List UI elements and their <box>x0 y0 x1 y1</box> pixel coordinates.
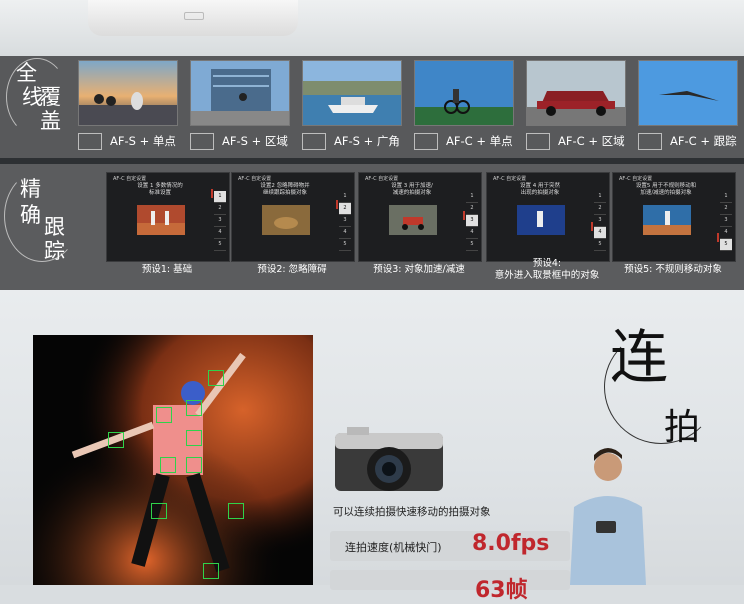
af-mode-label: AF-C + 单点 <box>446 134 513 148</box>
focus-point <box>160 457 176 473</box>
preset-description: 设置 1 多数情况的 标准设置 <box>137 183 183 196</box>
af-mode-card: AF-S + 单点 <box>78 60 178 150</box>
precision-title-char: 确 <box>20 203 41 227</box>
kart-thumbnail <box>389 205 437 235</box>
focus-point <box>151 503 167 519</box>
tracking-mode-icon <box>638 132 662 150</box>
precision-title-char: 踪 <box>44 239 65 263</box>
preset-screen: AF-C 自定设置 设置 4 用于突然 出现的拍摄对象 12345 <box>486 172 610 262</box>
coverage-title-char: 全 <box>16 61 37 85</box>
grid-mode-icon <box>414 132 438 150</box>
screen-header: AF-C 自定设置 <box>619 176 653 182</box>
preset-description: 设置 3 用于加速/ 减速的拍摄对象 <box>391 183 433 196</box>
focus-point <box>228 503 244 519</box>
zone-mode-icon <box>190 132 214 150</box>
af-mode-label: AF-C + 区域 <box>558 134 625 148</box>
af-mode-card: AF-S + 区域 <box>190 60 290 150</box>
focus-point <box>186 430 202 446</box>
device-top-view <box>88 0 298 36</box>
continuous-title-char: 拍 <box>664 407 701 448</box>
spec-label: 连拍速度(机械快门) <box>345 541 442 554</box>
screen-header: AF-C 自定设置 <box>493 176 527 182</box>
athlete-thumbnail <box>517 205 565 235</box>
preset-screen: AF-C 自定设置 设置 1 多数情况的 标准设置 12345 <box>106 172 230 262</box>
vintage-car-photo <box>526 60 626 126</box>
spec-bar <box>330 570 570 590</box>
preset-list: 12345 <box>339 191 351 251</box>
zone-mode-icon <box>526 132 550 150</box>
af-mode-label: AF-S + 区域 <box>222 134 288 148</box>
preset-description: 设置5 用于不规则移动和 加速/减速的拍摄对象 <box>635 183 697 196</box>
seagull-photo <box>78 60 178 126</box>
animal-thumbnail <box>262 205 310 235</box>
focus-point <box>208 370 224 386</box>
camera-image <box>335 427 443 491</box>
coverage-title-char: 覆 <box>40 85 61 109</box>
focus-point <box>203 563 219 579</box>
screen-header: AF-C 自定设置 <box>113 176 147 182</box>
photographer-figure <box>570 448 646 585</box>
preset-list: 12345 <box>466 191 478 251</box>
bird-flying-photo <box>638 60 738 126</box>
preset-description: 设置2 忽略障碍物并 继续跟踪拍摄对象 <box>260 183 310 196</box>
dancer-photo <box>33 335 313 585</box>
screen-header: AF-C 自定设置 <box>238 176 272 182</box>
af-mode-label: AF-C + 跟踪 <box>670 134 737 148</box>
focus-point <box>156 407 172 423</box>
preset-screen: AF-C 自定设置 设置 3 用于加速/ 减速的拍摄对象 12345 <box>358 172 482 262</box>
preset-description: 设置 4 用于突然 出现的拍摄对象 <box>520 183 560 196</box>
skateboarder-photo <box>190 60 290 126</box>
preset-list: 12345 <box>720 191 732 251</box>
preset-list: 12345 <box>214 191 226 251</box>
feature-text: 可以连续拍摄快速移动的拍摄对象 <box>333 506 491 518</box>
preset-screen: AF-C 自定设置 设置2 忽略障碍物并 继续跟踪拍摄对象 12345 <box>231 172 355 262</box>
continuous-title-char: 连 <box>610 323 669 391</box>
af-mode-label: AF-S + 单点 <box>110 134 176 148</box>
top-strip <box>0 0 744 56</box>
focus-point <box>186 457 202 473</box>
yacht-photo <box>302 60 402 126</box>
af-mode-card: AF-C + 区域 <box>526 60 626 150</box>
coverage-title-char: 盖 <box>40 109 61 133</box>
precision-title-char: 跟 <box>44 215 65 239</box>
runners-thumbnail <box>137 205 185 235</box>
preset-caption: 预设5: 不规则移动对象 <box>624 264 722 275</box>
af-mode-label: AF-S + 广角 <box>334 134 400 148</box>
af-mode-card: AF-C + 单点 <box>414 60 514 150</box>
af-mode-card: AF-S + 广角 <box>302 60 402 150</box>
grid-mode-icon <box>78 132 102 150</box>
spec-value: 8.0fps <box>472 531 550 556</box>
precision-title-char: 精 <box>20 177 41 201</box>
focus-point <box>108 432 124 448</box>
wide-mode-icon <box>302 132 326 150</box>
focus-point <box>186 400 202 416</box>
cyclist-photo <box>414 60 514 126</box>
tennis-thumbnail <box>643 205 691 235</box>
preset-list: 12345 <box>594 191 606 251</box>
af-mode-card: AF-C + 跟踪 <box>638 60 738 150</box>
preset-screen: AF-C 自定设置 设置5 用于不规则移动和 加速/减速的拍摄对象 12345 <box>612 172 736 262</box>
spec-value: 63帧 <box>475 578 528 603</box>
screen-header: AF-C 自定设置 <box>365 176 399 182</box>
